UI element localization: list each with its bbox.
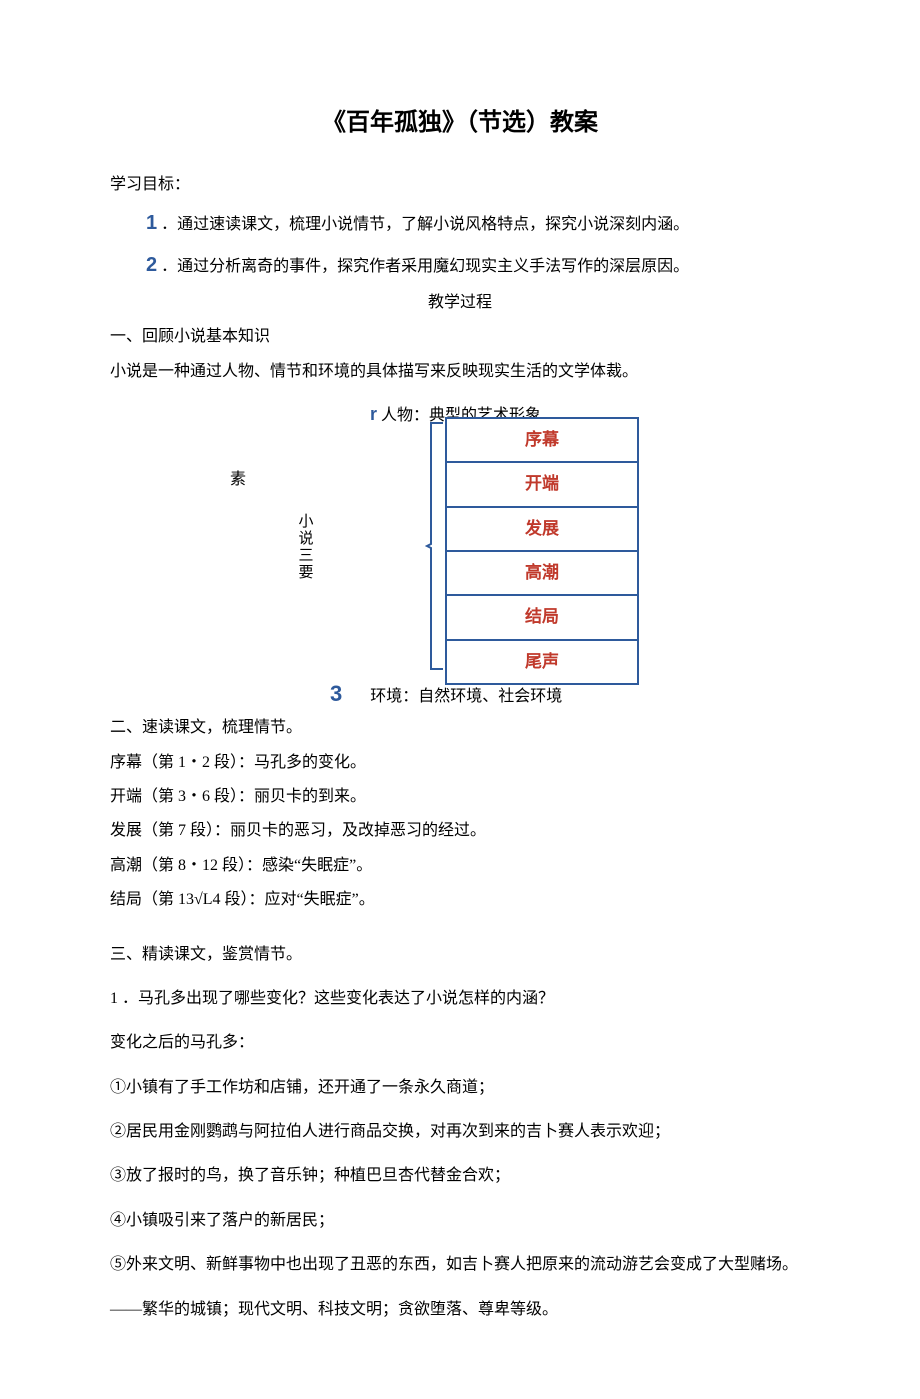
plot-cell-climax: 高潮 bbox=[446, 551, 638, 595]
plot-cell-development: 发展 bbox=[446, 507, 638, 551]
r-letter-icon: r bbox=[370, 404, 377, 424]
plot-cell-prologue: 序幕 bbox=[446, 418, 638, 462]
goal-text-2: ．通过分析离奇的事件，探究作者采用魔幻现实主义手法写作的深层原因。 bbox=[161, 258, 689, 275]
question-1: 1 ．马孔多出现了哪些变化？这些变化表达了小说怎样的内涵？ bbox=[110, 984, 810, 1014]
environment-label: 3 环境：自然环境、社会环境 bbox=[330, 673, 562, 715]
novel-three-elements-label: 小说三要 bbox=[290, 513, 319, 581]
plot-structure-table: 序幕 开端 发展 高潮 结局 尾声 bbox=[445, 417, 639, 685]
goals-heading: 学习目标： bbox=[110, 170, 810, 200]
section-2-heading: 二、速读课文，梳理情节。 bbox=[110, 713, 810, 743]
element-char-su: 素 bbox=[230, 465, 246, 495]
novel-elements-diagram: r人物：典型的艺术形象 素 小说三要 序幕 开端 发展 高潮 结局 尾声 3 环… bbox=[110, 393, 810, 703]
plot-line-climax: 高潮（第 8・12 段）：感染“失眠症”。 bbox=[110, 851, 810, 881]
page-title: 《百年孤独》（节选）教案 bbox=[110, 100, 810, 146]
novel-definition: 小说是一种通过人物、情节和环境的具体描写来反映现实生活的文学体裁。 bbox=[110, 357, 810, 387]
change-item-2: ②居民用金刚鹦鹉与阿拉伯人进行商品交换，对再次到来的吉卜赛人表示欢迎； bbox=[110, 1117, 810, 1147]
plot-cell-ending: 结局 bbox=[446, 595, 638, 639]
plot-cell-beginning: 开端 bbox=[446, 462, 638, 506]
plot-line-beginning: 开端（第 3・6 段）：丽贝卡的到来。 bbox=[110, 782, 810, 812]
process-heading: 教学过程 bbox=[110, 288, 810, 318]
goal-number-2: 2 bbox=[146, 254, 157, 276]
question-1-subtitle: 变化之后的马孔多： bbox=[110, 1028, 810, 1058]
goal-item-2: 2．通过分析离奇的事件，探究作者采用魔幻现实主义手法写作的深层原因。 bbox=[146, 246, 810, 284]
plot-line-development: 发展（第 7 段）：丽贝卡的恶习，及改掉恶习的经过。 bbox=[110, 816, 810, 846]
goal-number-1: 1 bbox=[146, 212, 157, 234]
section-1-heading: 一、回顾小说基本知识 bbox=[110, 322, 810, 352]
plot-line-prologue: 序幕（第 1・2 段）：马孔多的变化。 bbox=[110, 748, 810, 778]
environment-number: 3 bbox=[330, 673, 342, 715]
goal-item-1: 1．通过速读课文，梳理小说情节，了解小说风格特点，探究小说深刻内涵。 bbox=[146, 204, 810, 242]
question-1-conclusion: ——繁华的城镇；现代文明、科技文明；贪欲堕落、尊卑等级。 bbox=[110, 1295, 810, 1325]
bracket-icon bbox=[425, 421, 447, 671]
environment-text: 环境：自然环境、社会环境 bbox=[370, 682, 562, 712]
change-item-4: ④小镇吸引来了落户的新居民； bbox=[110, 1206, 810, 1236]
change-item-1: ①小镇有了手工作坊和店铺，还开通了一条永久商道； bbox=[110, 1073, 810, 1103]
change-item-3: ③放了报时的鸟，换了音乐钟；种植巴旦杏代替金合欢； bbox=[110, 1161, 810, 1191]
goal-text-1: ．通过速读课文，梳理小说情节，了解小说风格特点，探究小说深刻内涵。 bbox=[161, 216, 689, 233]
plot-line-ending: 结局（第 13√L4 段）：应对“失眠症”。 bbox=[110, 885, 810, 915]
section-3-heading: 三、精读课文，鉴赏情节。 bbox=[110, 940, 810, 970]
change-item-5: ⑤外来文明、新鲜事物中也出现了丑恶的东西，如吉卜赛人把原来的流动游艺会变成了大型… bbox=[110, 1250, 810, 1280]
